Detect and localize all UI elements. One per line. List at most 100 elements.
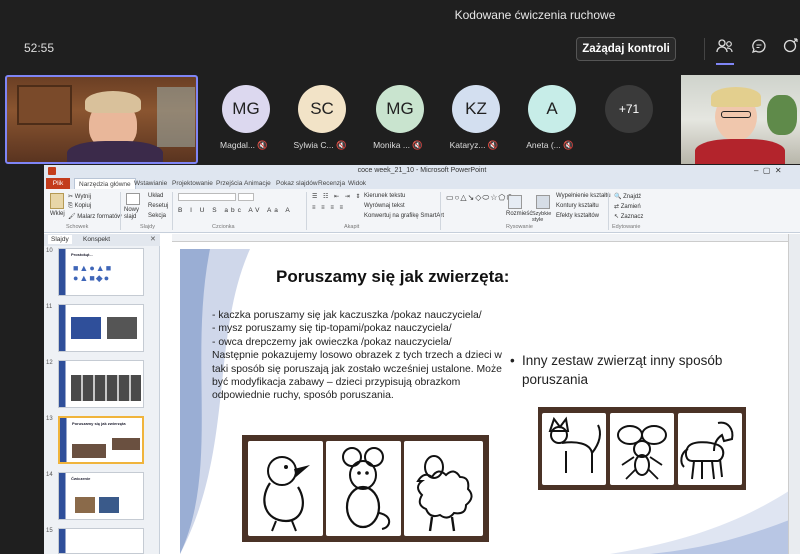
slide-thumbnail[interactable] [58, 304, 144, 352]
align-text-button[interactable]: Wyrównaj tekst [364, 203, 405, 209]
mic-muted-icon: 🔇 [257, 140, 268, 150]
tab-design[interactable]: Projektowanie [168, 178, 217, 189]
slide-line: - owca drepczemy jak owieczka /pokaz nau… [212, 336, 452, 348]
slide-line: Następnie pokazujemy losowo obrazek z ty… [212, 350, 502, 402]
duck-card [248, 441, 323, 536]
vertical-scrollbar[interactable] [788, 234, 800, 554]
avatar[interactable]: MG [222, 85, 270, 133]
more-participants-button[interactable]: +71 [605, 85, 653, 133]
arrange-icon[interactable] [508, 195, 522, 209]
shape-outline-button[interactable]: Kontury kształtu [556, 203, 599, 209]
window-controls[interactable]: – ▢ ✕ [754, 166, 782, 175]
font-family-select[interactable] [178, 193, 236, 201]
reset-button[interactable]: Resetuj [148, 203, 168, 209]
slide-thumbnail[interactable]: Ćwiczenie [58, 472, 144, 520]
shape-fill-button[interactable]: Wypełnienie kształtu [556, 193, 611, 199]
quick-styles-button[interactable]: Szybkie style [532, 211, 554, 223]
select-button[interactable]: ↖ Zaznacz [614, 213, 643, 220]
tab-home[interactable]: Narzędzia główne [74, 178, 136, 189]
tab-insert[interactable]: Wstawianie [130, 178, 171, 189]
slide-bullet: • Inny zestaw zwierząt inny sposób porus… [510, 351, 752, 389]
avatar-initials: A [546, 99, 558, 118]
thumbnail-image [72, 444, 106, 458]
window-title-bar: Kodowane ćwiczenia ruchowe [0, 0, 800, 30]
quick-styles-icon[interactable] [536, 195, 550, 209]
slide-thumbnail-selected[interactable]: Poruszamy się jak zwierzęta [58, 416, 144, 464]
slide-line: - mysz poruszamy się tip-topami/pokaz na… [212, 323, 452, 335]
group-label: Edytowanie [612, 224, 641, 230]
meeting-timer: 52:55 [24, 41, 55, 55]
slide-thumbnail[interactable] [58, 360, 144, 408]
ribbon: Wklej ✂ Wytnij ⎘ Kopiuj 🖌 Malarz formató… [44, 189, 800, 233]
horizontal-ruler [172, 234, 800, 242]
avatar[interactable]: SC [298, 85, 346, 133]
avatar[interactable]: KZ [452, 85, 500, 133]
cat-card [542, 413, 606, 485]
participants-row: MG Magdal... 🔇 SC Sylwia C... 🔇 MG Monik… [0, 68, 800, 168]
tab-outline[interactable]: Konspekt [80, 235, 113, 244]
layout-button[interactable]: Układ [148, 193, 163, 199]
ppt-title-bar: coce week_21_10 - Microsoft PowerPoint [44, 165, 800, 177]
slide-thumbnail[interactable] [58, 528, 144, 554]
participant-name: Monika ... 🔇 [373, 140, 423, 150]
participant-name: Magdal... 🔇 [220, 140, 268, 150]
section-button[interactable]: Sekcja [148, 213, 166, 219]
participant-name: Sylwia C... 🔇 [293, 140, 347, 150]
share-screen-icon[interactable] [780, 38, 800, 60]
paste-button[interactable]: Wklej [50, 211, 65, 217]
font-size-select[interactable] [238, 193, 254, 201]
smartart-button[interactable]: Konwertuj na grafikę SmartArt [364, 213, 444, 219]
slide-number: 10 [46, 248, 53, 254]
avatar[interactable]: MG [376, 85, 424, 133]
participant-video-right[interactable] [681, 75, 800, 164]
new-slide-icon[interactable] [126, 193, 140, 205]
participant-hair [85, 91, 141, 113]
arrange-button[interactable]: Rozmieść [506, 211, 532, 217]
request-control-button[interactable]: Zażądaj kontroli [576, 37, 676, 61]
paste-icon[interactable] [50, 193, 64, 209]
participant-video-left[interactable] [5, 75, 198, 164]
mic-muted-icon: 🔇 [412, 140, 423, 150]
thumbnail-image [75, 497, 95, 513]
participant-shoulders [695, 139, 785, 164]
people-icon[interactable] [714, 38, 736, 60]
avatar[interactable]: A [528, 85, 576, 133]
new-slide-button[interactable]: Nowy slajd [124, 207, 144, 221]
cat-icon [548, 416, 601, 473]
text-direction-button[interactable]: Kierunek tekstu [364, 193, 405, 199]
glasses-icon [721, 111, 751, 118]
alignment-buttons[interactable]: ≡ ≡ ≡ ≡ [312, 205, 345, 211]
cut-button[interactable]: ✂ Wytnij [68, 193, 91, 200]
group-divider [306, 192, 307, 230]
bullet-dot: • [510, 353, 515, 368]
sheep-card [404, 441, 483, 536]
find-button[interactable]: 🔍 Znajdź [614, 193, 641, 200]
tab-animations[interactable]: Animacje [240, 178, 275, 189]
ppt-window-title: coce week_21_10 - Microsoft PowerPoint [357, 167, 487, 174]
thumbnail-title: Poruszamy się jak zwierzęta [72, 421, 126, 426]
slide-canvas: Poruszamy się jak zwierzęta: - kaczka po… [180, 249, 792, 554]
tab-view[interactable]: Widok [344, 178, 370, 189]
active-tab-indicator [716, 63, 734, 65]
tab-slides[interactable]: Slajdy [48, 235, 72, 244]
animal-cards-image-2 [538, 407, 746, 490]
shapes-gallery[interactable]: ▭○△↘◇⬭☆⬠⬡↪ [446, 193, 521, 202]
group-divider [172, 192, 173, 230]
close-icon[interactable]: ✕ [150, 235, 156, 243]
replace-button[interactable]: ⇄ Zamień [614, 203, 641, 210]
copy-button[interactable]: ⎘ Kopiuj [68, 203, 91, 210]
horse-card [678, 413, 742, 485]
avatar-initials: MG [386, 99, 414, 118]
slide-thumbnail[interactable]: Prostokąt... ■▲●▲■ ●▲■◆● [58, 248, 144, 296]
tab-file[interactable]: Plik [46, 178, 70, 189]
shape-effects-button[interactable]: Efekty kształtów [556, 213, 599, 219]
chat-icon[interactable] [748, 38, 770, 60]
avatar-initials: SC [310, 99, 334, 118]
format-painter-button[interactable]: 🖌 Malarz formatów [68, 213, 122, 220]
participant-name: Kataryz... 🔇 [449, 140, 499, 150]
font-format-buttons[interactable]: B I U S abc AV Aa A [178, 207, 293, 214]
paragraph-buttons[interactable]: ☰ ☷ ⇤ ⇥ ⇕ [312, 193, 363, 200]
horse-icon [680, 421, 734, 480]
animal-cards-image [242, 435, 489, 542]
avatar-initials: MG [232, 99, 260, 118]
